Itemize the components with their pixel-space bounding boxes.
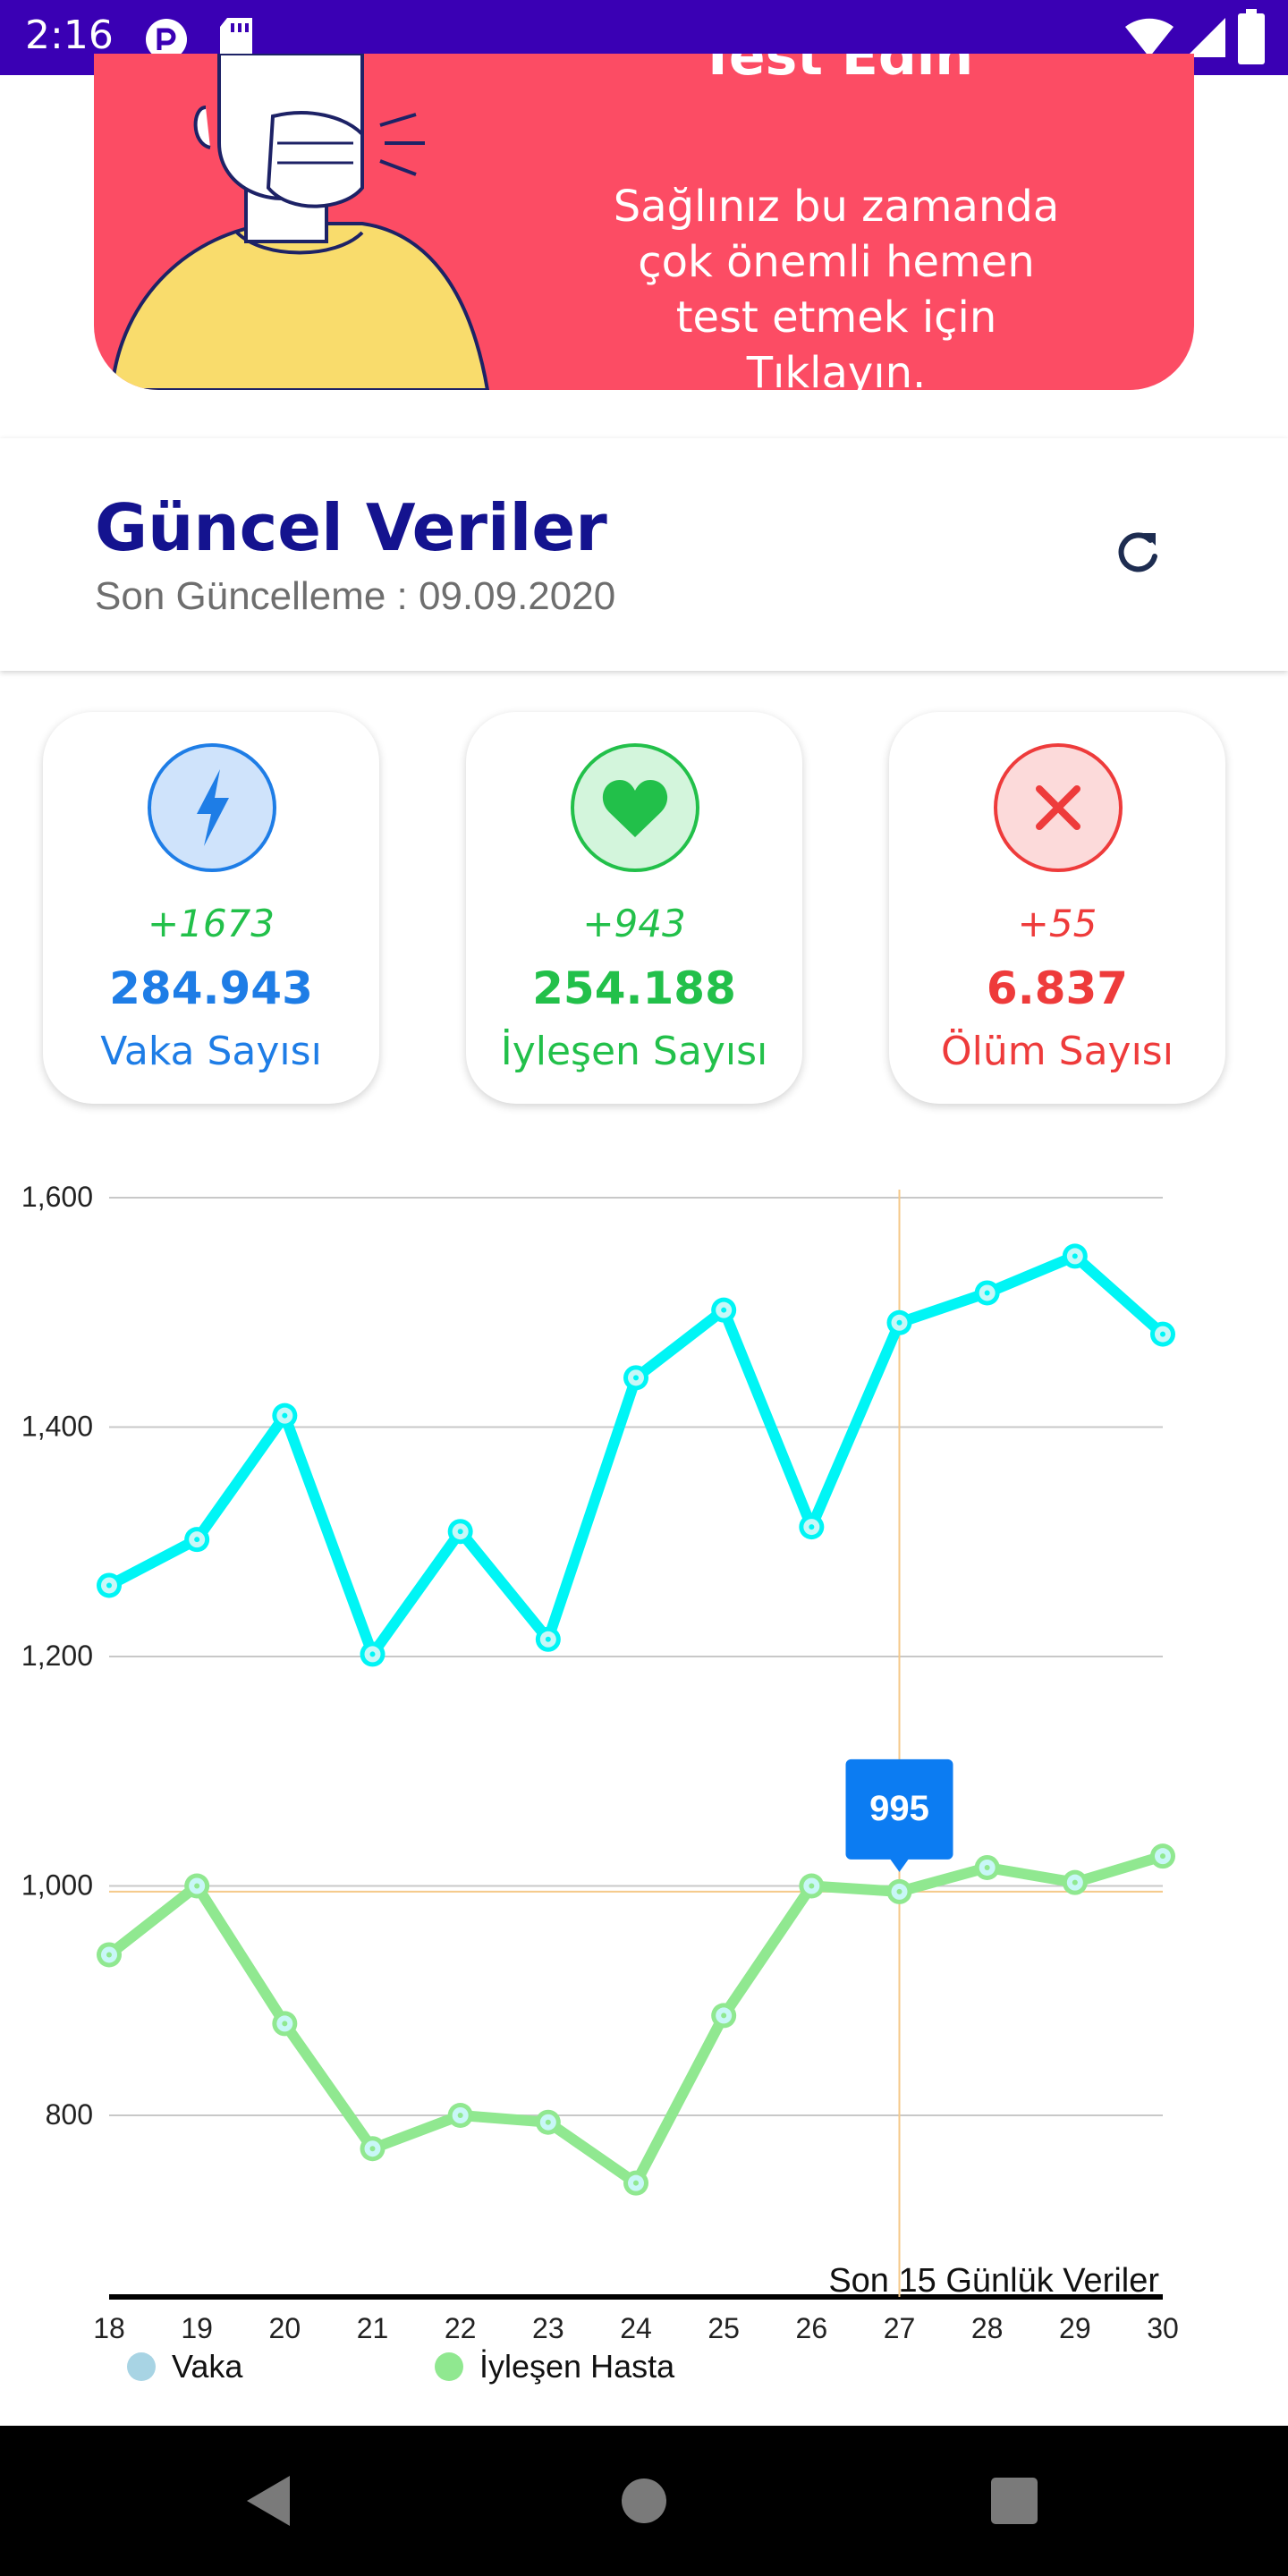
data-point-center [1072, 1253, 1078, 1259]
recovered-count-card: +943 254.188 İyleşen Sayısı [466, 712, 802, 1104]
refresh-icon[interactable] [1109, 524, 1166, 581]
data-point-center [984, 1864, 990, 1870]
data-point-center [984, 1290, 990, 1296]
x-tick-label: 19 [181, 2312, 213, 2344]
legend-label: Vaka [172, 2348, 243, 2385]
x-tick-label: 29 [1059, 2312, 1091, 2344]
data-point-center [282, 1412, 288, 1419]
current-data-title: Güncel Veriler [95, 490, 607, 565]
data-point-center [633, 1375, 639, 1381]
y-tick-label: 1,000 [21, 1869, 93, 1902]
data-point-center [369, 1651, 376, 1657]
wifi-icon [1125, 18, 1174, 58]
data-point-center [194, 1883, 200, 1889]
legend-label: İyleşen Hasta [479, 2348, 675, 2385]
recovered-value: 254.188 [532, 962, 736, 1014]
y-tick-label: 1,400 [21, 1411, 93, 1443]
close-icon [994, 743, 1123, 872]
x-tick-label: 27 [884, 2312, 916, 2344]
death-count-card: +55 6.837 Ölüm Sayısı [889, 712, 1225, 1104]
data-point-center [545, 1636, 551, 1642]
death-label: Ölüm Sayısı [941, 1029, 1174, 1074]
data-point-center [106, 1582, 112, 1589]
back-icon[interactable] [243, 2472, 293, 2529]
case-value: 284.943 [109, 962, 313, 1014]
data-point-center [1160, 1853, 1165, 1860]
data-point-center [369, 2146, 376, 2152]
data-point-center [106, 1952, 112, 1958]
x-tick-label: 22 [445, 2312, 477, 2344]
data-point-center [457, 2113, 463, 2118]
banner-title: Test Edin [699, 54, 974, 88]
banner-text: Sağlınız bu zamanda çok önemli hemen tes… [613, 182, 1060, 390]
test-banner[interactable]: Test Edin Sağlınız bu zamanda çok önemli… [94, 54, 1194, 390]
legend-marker [127, 2352, 156, 2381]
data-point-center [1160, 1331, 1165, 1337]
data-point-center [457, 1529, 463, 1535]
data-point-center [545, 2119, 551, 2125]
tooltip-value: 995 [869, 1789, 929, 1828]
home-icon[interactable] [621, 2478, 667, 2524]
series-line [104, 1851, 1168, 2189]
x-tick-label: 26 [796, 2312, 828, 2344]
x-tick-label: 20 [269, 2312, 301, 2344]
status-time: 2:16 [25, 13, 114, 58]
recovered-label: İyleşen Sayısı [500, 1029, 768, 1074]
y-tick-label: 1,600 [21, 1181, 93, 1213]
x-tick-label: 21 [357, 2312, 389, 2344]
data-point-center [194, 1537, 200, 1543]
x-tick-label: 30 [1147, 2312, 1179, 2344]
recents-icon[interactable] [991, 2478, 1038, 2524]
x-tick-label: 28 [971, 2312, 1004, 2344]
daily-data-chart[interactable]: 800 1,000 1,200 1,400 1,600 18 19 20 21 22 23 24 25 2… [0, 1163, 1288, 2397]
case-label: Vaka Sayısı [100, 1029, 322, 1074]
x-tick-label: 23 [532, 2312, 564, 2344]
x-tick-label: 24 [620, 2312, 652, 2344]
data-point-center [721, 1307, 727, 1313]
case-delta: +1673 [147, 902, 275, 945]
signal-icon [1186, 18, 1225, 57]
data-point-center [809, 1883, 815, 1889]
data-point-center [896, 1888, 902, 1894]
recovered-delta: +943 [582, 902, 686, 945]
chart-label: Son 15 Günlük Veriler [828, 2262, 1159, 2300]
line-chart[interactable]: 800 1,000 1,200 1,400 1,600 18 19 20 21 22 23 24 25 2… [0, 1163, 1288, 2397]
y-tick-label: 1,200 [21, 1640, 93, 1672]
x-tick-label: 18 [93, 2312, 125, 2344]
data-point-center [1072, 1879, 1078, 1885]
data-point-center [282, 2021, 288, 2027]
data-point-center [809, 1524, 815, 1530]
data-point-center [896, 1319, 902, 1326]
data-point-center [633, 2180, 639, 2186]
legend-marker [435, 2352, 463, 2381]
lightning-icon [148, 743, 276, 872]
case-count-card: +1673 284.943 Vaka Sayısı [43, 712, 379, 1104]
last-update-text: Son Güncelleme : 09.09.2020 [95, 574, 616, 618]
data-point-center [721, 2012, 727, 2019]
death-delta: +55 [1017, 902, 1097, 945]
battery-icon [1238, 9, 1265, 64]
current-data-card: Güncel Veriler Son Güncelleme : 09.09.20… [0, 438, 1288, 671]
y-tick-label: 800 [46, 2098, 93, 2131]
death-value: 6.837 [986, 962, 1129, 1014]
heart-icon [571, 743, 699, 872]
masked-person-illustration [109, 54, 490, 390]
series-line [104, 1250, 1168, 1660]
x-tick-label: 25 [708, 2312, 740, 2344]
navigation-bar [0, 2426, 1288, 2576]
